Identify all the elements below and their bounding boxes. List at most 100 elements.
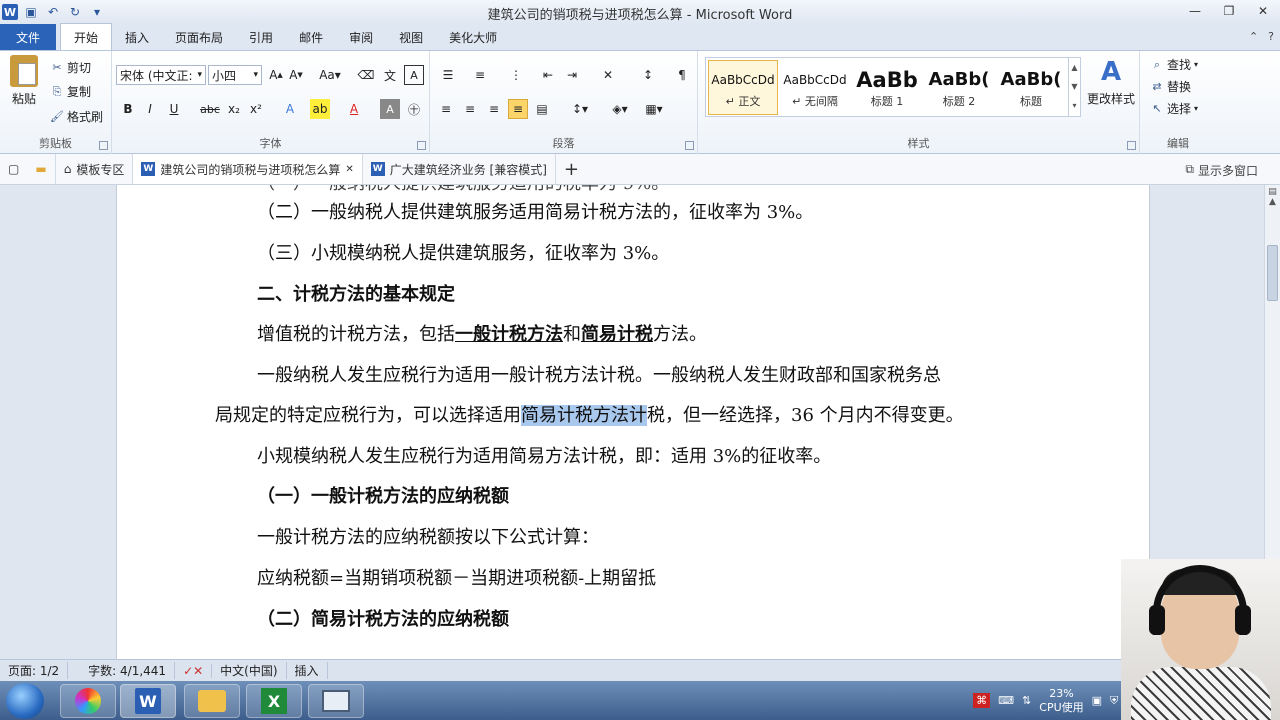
- font-size-combo[interactable]: 小四 ▾: [208, 65, 262, 85]
- font-name-combo[interactable]: 宋体 (中文正: ▾: [116, 65, 206, 85]
- tray-app-icon[interactable]: ▣: [1092, 694, 1102, 707]
- tab-view[interactable]: 视图: [386, 24, 436, 50]
- clipboard-launcher-icon[interactable]: [99, 141, 108, 150]
- page-indicator[interactable]: 页面: 1/2: [0, 662, 69, 679]
- distributed-icon[interactable]: ▤: [532, 99, 552, 119]
- style-no-spacing[interactable]: AaBbCcDd ↵ 无间隔: [780, 60, 850, 115]
- font-color-icon[interactable]: A: [344, 99, 364, 119]
- document-page[interactable]: （一）一般纳税人提供建筑服务适用的税率为 9%。 （二）一般纳税人提供建筑服务适…: [116, 185, 1150, 659]
- style-heading-2[interactable]: AaBb( 标题 2: [924, 60, 994, 115]
- start-button[interactable]: [6, 683, 44, 719]
- char-border-icon[interactable]: A: [404, 65, 424, 85]
- font-launcher-icon[interactable]: [417, 141, 426, 150]
- taskbar-app-excel[interactable]: X: [246, 684, 302, 718]
- new-doc-icon[interactable]: ▢: [0, 154, 27, 184]
- cut-button[interactable]: ✂ 剪切: [50, 59, 91, 76]
- char-shading-icon[interactable]: A: [380, 99, 400, 119]
- justify-icon[interactable]: ≡: [508, 99, 528, 119]
- decrease-indent-icon[interactable]: ⇤: [538, 65, 558, 85]
- paragraph-launcher-icon[interactable]: [685, 141, 694, 150]
- word-count[interactable]: 字数: 4/1,441: [68, 662, 176, 679]
- find-button[interactable]: ⌕ 查找 ▾: [1150, 56, 1198, 73]
- tab-beautify-master[interactable]: 美化大师: [436, 24, 510, 50]
- keyboard-icon[interactable]: ⌨: [998, 694, 1014, 707]
- bullets-icon[interactable]: ☰: [438, 65, 458, 85]
- style-heading-1[interactable]: AaBb 标题 1: [852, 60, 922, 115]
- change-case-icon[interactable]: Aa▾: [316, 65, 344, 85]
- select-button[interactable]: ↖ 选择 ▾: [1150, 100, 1198, 117]
- customize-toolbar-icon[interactable]: ▾: [88, 3, 106, 21]
- restore-button[interactable]: ❐: [1212, 0, 1246, 22]
- minimize-button[interactable]: —: [1178, 0, 1212, 22]
- scroll-thumb[interactable]: [1267, 245, 1278, 301]
- doc-tab-current[interactable]: W 建筑公司的销项税与进项税怎么算 ✕: [133, 154, 363, 184]
- clear-format-icon[interactable]: ⌫: [356, 65, 376, 85]
- taskbar-app-explorer[interactable]: [184, 684, 240, 718]
- shading-icon[interactable]: ◈▾: [606, 99, 634, 119]
- network-icon[interactable]: ⇅: [1022, 694, 1031, 707]
- ruler-toggle-icon[interactable]: ▤: [1265, 187, 1280, 197]
- taskbar-app-window[interactable]: [308, 684, 364, 718]
- bold-icon[interactable]: B: [118, 99, 138, 119]
- tab-mailings[interactable]: 邮件: [286, 24, 336, 50]
- align-left-icon[interactable]: ≡: [436, 99, 456, 119]
- align-right-icon[interactable]: ≡: [484, 99, 504, 119]
- change-styles-button[interactable]: A 更改样式: [1086, 57, 1136, 107]
- subscript-icon[interactable]: x₂: [224, 99, 244, 119]
- selected-text[interactable]: 简易计税方法计: [521, 405, 647, 426]
- underline-icon[interactable]: U: [164, 99, 184, 119]
- doc-tab-templates[interactable]: ⌂ 模板专区: [56, 154, 134, 184]
- doc-tab-second[interactable]: W 广大建筑经济业务 [兼容模式]: [363, 154, 556, 184]
- numbering-icon[interactable]: ≡: [470, 65, 490, 85]
- tab-home[interactable]: 开始: [60, 23, 113, 50]
- tab-references[interactable]: 引用: [236, 24, 286, 50]
- paste-button[interactable]: 粘贴: [6, 55, 42, 119]
- close-button[interactable]: ✕: [1246, 0, 1280, 22]
- proofing-icon[interactable]: ✓✕: [175, 663, 213, 678]
- close-icon[interactable]: ✕: [345, 164, 353, 175]
- strikethrough-icon[interactable]: abc: [200, 99, 220, 119]
- sort-icon[interactable]: ↕: [638, 65, 658, 85]
- folder-icon[interactable]: ▬: [27, 154, 56, 184]
- redo-icon[interactable]: ↻: [66, 3, 84, 21]
- line-spacing-icon[interactable]: ↕▾: [566, 99, 594, 119]
- style-title[interactable]: AaBb( 标题: [996, 60, 1066, 115]
- tab-page-layout[interactable]: 页面布局: [162, 24, 236, 50]
- borders-icon[interactable]: ▦▾: [640, 99, 668, 119]
- copy-button[interactable]: ⎘ 复制: [50, 83, 91, 100]
- multilevel-list-icon[interactable]: ⋮: [506, 65, 526, 85]
- format-painter-button[interactable]: 🖌 格式刷: [50, 108, 103, 125]
- minimize-ribbon-icon[interactable]: ⌃: [1249, 30, 1258, 43]
- grow-font-icon[interactable]: A ▲: [266, 65, 286, 85]
- pdf-icon[interactable]: ⌘: [973, 693, 991, 708]
- shield-icon[interactable]: ⛨: [1110, 694, 1118, 708]
- show-multi-window-button[interactable]: ⧉ 显示多窗口: [1185, 162, 1258, 179]
- save-icon[interactable]: ▣: [22, 3, 40, 21]
- help-icon[interactable]: ?: [1268, 30, 1274, 43]
- text-effects-icon[interactable]: A: [280, 99, 300, 119]
- taskbar-app-word[interactable]: W: [120, 684, 176, 718]
- insert-mode[interactable]: 插入: [287, 662, 328, 679]
- taskbar-app-browser[interactable]: [60, 684, 116, 718]
- increase-indent-icon[interactable]: ⇥: [562, 65, 582, 85]
- enclose-char-icon[interactable]: ㊉: [404, 99, 424, 119]
- tab-insert[interactable]: 插入: [112, 24, 162, 50]
- scroll-up-icon[interactable]: ▲: [1265, 197, 1280, 207]
- align-center-icon[interactable]: ≡: [460, 99, 480, 119]
- superscript-icon[interactable]: x²: [246, 99, 266, 119]
- tab-file[interactable]: 文件: [0, 24, 56, 50]
- show-marks-icon[interactable]: ¶: [672, 65, 692, 85]
- language-indicator[interactable]: 中文(中国): [212, 662, 287, 679]
- phonetic-guide-icon[interactable]: 文: [380, 65, 400, 85]
- asian-layout-icon[interactable]: ✕: [598, 65, 618, 85]
- replace-button[interactable]: ⇄ 替换: [1150, 78, 1191, 95]
- cpu-meter[interactable]: 23% CPU使用: [1039, 687, 1083, 715]
- new-tab-icon[interactable]: +: [556, 154, 587, 184]
- italic-icon[interactable]: I: [140, 99, 160, 119]
- shrink-font-icon[interactable]: A ▼: [286, 65, 306, 85]
- undo-icon[interactable]: ↶: [44, 3, 62, 21]
- tab-review[interactable]: 审阅: [336, 24, 386, 50]
- word-app-icon[interactable]: W: [2, 4, 18, 20]
- styles-launcher-icon[interactable]: [1127, 141, 1136, 150]
- style-normal[interactable]: AaBbCcDd ↵ 正文: [708, 60, 778, 115]
